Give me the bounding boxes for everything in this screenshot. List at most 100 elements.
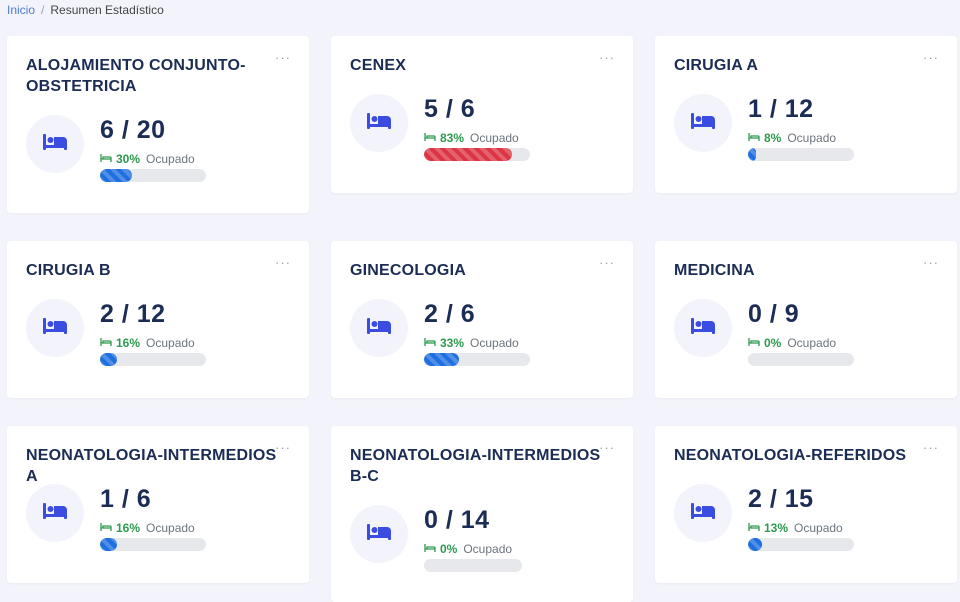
bed-icon (42, 316, 68, 341)
bed-icon (42, 132, 68, 157)
occupied-label: Ocupado (470, 336, 519, 350)
occupancy-percent: 8% (764, 131, 782, 145)
bed-count: 0 / 9 (748, 300, 800, 328)
occupancy-percent: 0% (764, 336, 782, 350)
ward-card: ALOJAMIENTO CONJUNTO-OBSTETRICIA ··· 6 / 2… (7, 36, 309, 213)
occupancy-line: 16% Ocupado (100, 521, 195, 535)
occupancy-bar-fill (424, 353, 459, 366)
occupancy-bar-fill (424, 148, 512, 161)
card-menu-button[interactable]: ··· (599, 50, 615, 65)
occupied-label: Ocupado (146, 152, 195, 166)
bed-count: 1 / 12 (748, 95, 814, 123)
occupancy-percent: 16% (116, 521, 141, 535)
occupancy-percent: 16% (116, 336, 141, 350)
occupancy-line: 33% Ocupado (424, 336, 519, 350)
occupancy-line: 30% Ocupado (100, 152, 195, 166)
small-bed-icon (424, 542, 436, 556)
occupancy-bar (424, 148, 530, 161)
ward-title: NEONATOLOGIA-INTERMEDIOS B-C (350, 447, 601, 485)
occupancy-line: 8% Ocupado (748, 131, 836, 145)
occupied-label: Ocupado (787, 336, 837, 350)
small-bed-icon (424, 336, 436, 350)
breadcrumb-home-link[interactable]: Inicio (7, 3, 35, 17)
occupancy-bar-fill (748, 148, 757, 161)
bed-icon (690, 501, 716, 526)
occupancy-percent: 13% (764, 521, 789, 535)
bed-count: 0 / 14 (424, 506, 490, 534)
occupancy-bar-fill (100, 169, 132, 182)
ward-card: NEONATOLOGIA-INTERMEDIOS B-C ··· 0 / 14 0% O… (331, 426, 633, 602)
occupancy-percent: 30% (116, 152, 141, 166)
card-menu-button[interactable]: ··· (275, 255, 291, 270)
occupancy-bar (748, 148, 854, 161)
occupancy-line: 16% Ocupado (100, 336, 195, 350)
occupancy-bar (100, 169, 206, 182)
occupancy-percent: 33% (440, 336, 465, 350)
ward-card: NEONATOLOGIA-INTERMEDIOS A ··· 1 / 6 16% Ocu… (7, 426, 309, 583)
bed-icon-container (674, 299, 732, 357)
ward-title: NEONATOLOGIA-REFERIDOS (674, 447, 907, 464)
small-bed-icon (748, 131, 760, 145)
ward-title: CIRUGIA A (674, 57, 759, 74)
bed-icon-container (26, 299, 84, 357)
card-menu-button[interactable]: ··· (275, 440, 291, 455)
card-menu-button[interactable]: ··· (599, 255, 615, 270)
bed-icon (690, 316, 716, 341)
small-bed-icon (100, 152, 112, 166)
bed-icon (690, 111, 716, 136)
occupancy-bar (100, 538, 206, 551)
occupied-label: Ocupado (463, 542, 513, 556)
bed-icon-container (26, 484, 84, 542)
occupancy-line: 0% Ocupado (424, 542, 512, 556)
bed-icon-container (350, 505, 408, 563)
bed-icon-container (350, 299, 408, 357)
ward-card: CIRUGIA A ··· 1 / 12 8% Ocupado (655, 36, 957, 193)
card-menu-button[interactable]: ··· (923, 255, 939, 270)
occupied-label: Ocupado (146, 336, 195, 350)
card-menu-button[interactable]: ··· (599, 440, 615, 455)
ward-card: CENEX ··· 5 / 6 83% Ocupado (331, 36, 633, 193)
bed-count: 2 / 15 (748, 485, 814, 513)
ward-card: GINECOLOGIA ··· 2 / 6 33% Ocupado (331, 241, 633, 398)
bed-count: 2 / 12 (100, 300, 166, 328)
occupancy-bar-fill (100, 353, 117, 366)
ward-title: NEONATOLOGIA-INTERMEDIOS A (26, 447, 277, 485)
ward-card: CIRUGIA B ··· 2 / 12 16% Ocupado (7, 241, 309, 398)
ward-card: NEONATOLOGIA-REFERIDOS ··· 2 / 15 13% Ocupad… (655, 426, 957, 583)
bed-icon (42, 501, 68, 526)
bed-icon-container (26, 115, 84, 173)
breadcrumb-separator: / (41, 3, 45, 17)
bed-icon (366, 111, 392, 136)
bed-icon-container (350, 94, 408, 152)
bed-count: 6 / 20 (100, 116, 166, 144)
bed-icon (366, 316, 392, 341)
occupancy-line: 13% Ocupado (748, 521, 843, 535)
breadcrumb-current: Resumen Estadístico (50, 3, 164, 17)
ward-title: CIRUGIA B (26, 262, 111, 279)
occupied-label: Ocupado (146, 521, 195, 535)
occupancy-line: 83% Ocupado (424, 131, 519, 145)
bed-icon (366, 522, 392, 547)
bed-count: 1 / 6 (100, 485, 152, 513)
card-menu-button[interactable]: ··· (923, 50, 939, 65)
card-menu-button[interactable]: ··· (275, 50, 291, 65)
occupancy-percent: 0% (440, 542, 458, 556)
ward-title: GINECOLOGIA (350, 262, 466, 279)
ward-card: MEDICINA ··· 0 / 9 0% Ocupado (655, 241, 957, 398)
occupancy-bar (100, 353, 206, 366)
occupancy-bar (424, 559, 522, 572)
bed-count: 5 / 6 (424, 95, 476, 123)
occupancy-bar (748, 538, 854, 551)
small-bed-icon (100, 521, 112, 535)
bed-icon-container (674, 484, 732, 542)
bed-icon-container (674, 94, 732, 152)
ward-title: CENEX (350, 57, 407, 74)
small-bed-icon (100, 336, 112, 350)
card-menu-button[interactable]: ··· (923, 440, 939, 455)
occupied-label: Ocupado (794, 521, 843, 535)
small-bed-icon (748, 336, 760, 350)
occupancy-line: 0% Ocupado (748, 336, 836, 350)
occupied-label: Ocupado (787, 131, 837, 145)
breadcrumb: Inicio / Resumen Estadístico (7, 3, 164, 17)
occupancy-bar-fill (748, 538, 762, 551)
